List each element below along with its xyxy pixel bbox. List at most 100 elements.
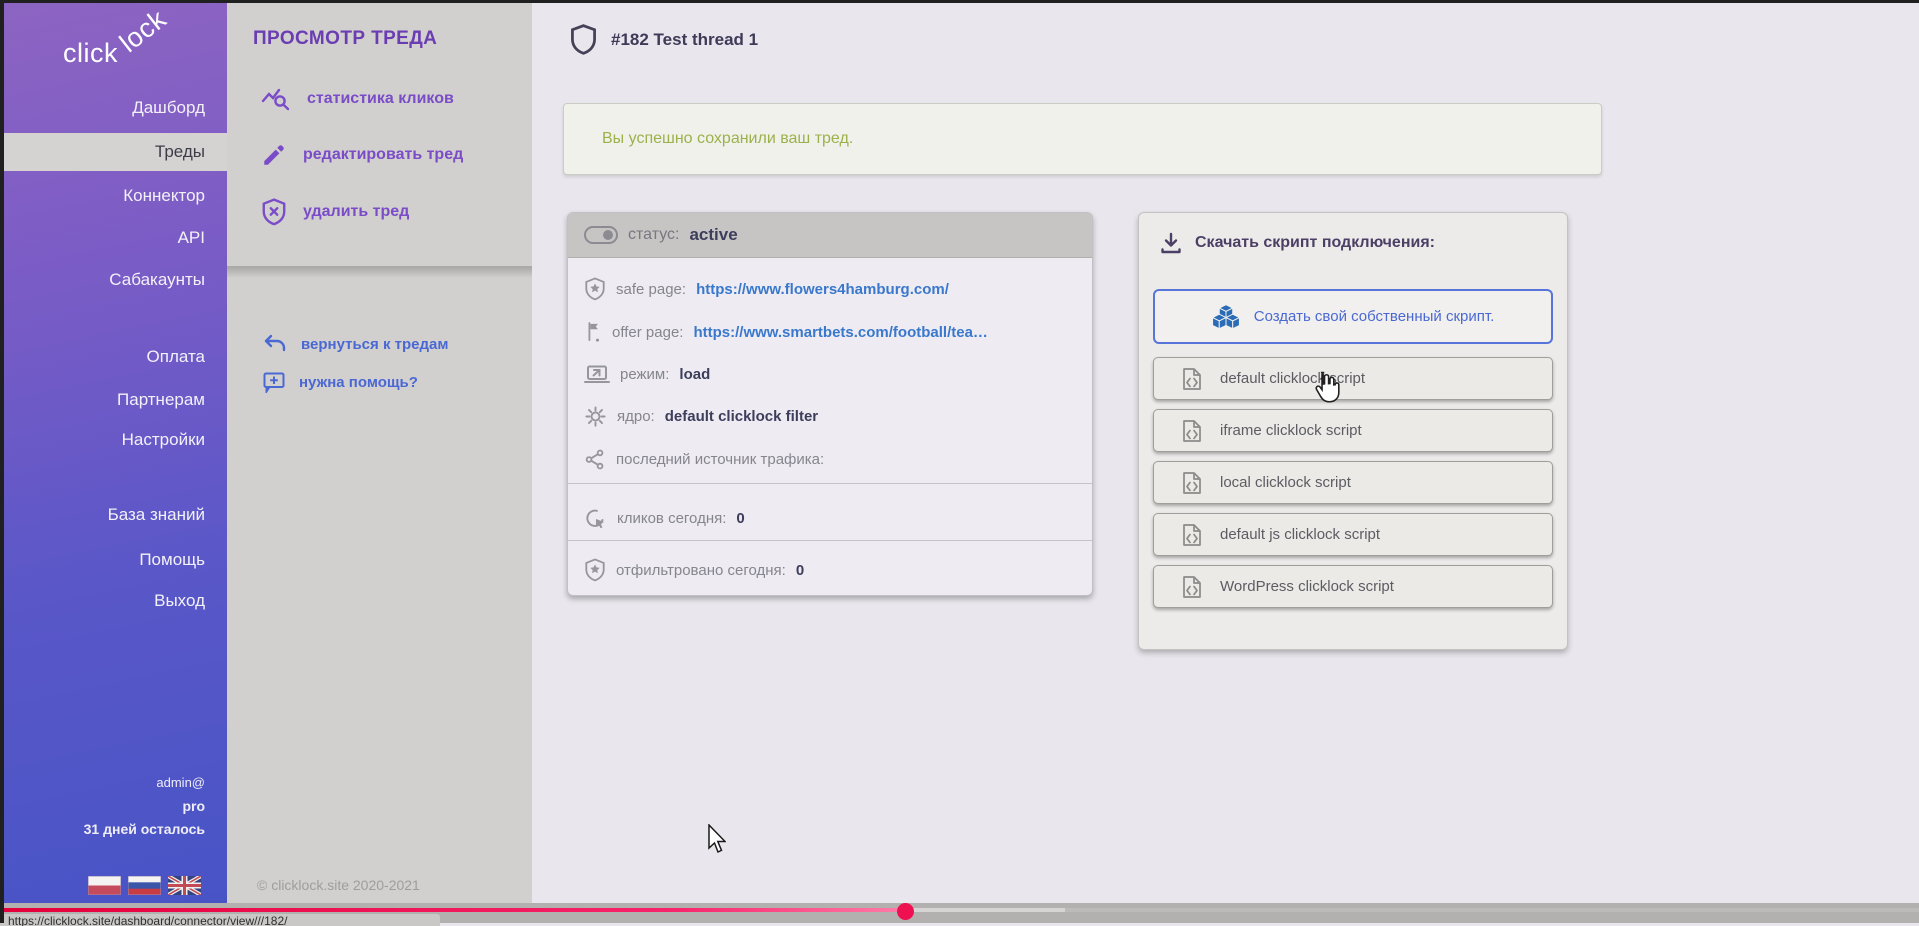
shield-x-icon xyxy=(261,198,287,226)
share-icon xyxy=(584,448,606,471)
row-label: отфильтровано сегодня: xyxy=(616,562,786,579)
account-info: admin@ pro 31 дней осталось xyxy=(84,772,205,841)
click-stats-icon xyxy=(261,86,291,112)
script-button-label: WordPress clicklock script xyxy=(1220,578,1394,595)
status-card-header: статус: active xyxy=(568,213,1092,258)
offer-page-row: offer page: https://www.smartbets.com/fo… xyxy=(584,318,988,346)
status-url-bubble: https://clicklock.site/dashboard/connect… xyxy=(0,914,440,926)
sidebar-item-threads[interactable]: Треды xyxy=(0,133,227,171)
clicklock-logo: click lock xyxy=(63,14,213,74)
sidebar: click lock Дашборд Треды Коннектор API С… xyxy=(0,0,227,923)
panel-item-label: редактировать тред xyxy=(303,146,463,164)
card-divider xyxy=(568,540,1092,541)
shield-icon xyxy=(570,24,597,55)
language-switcher xyxy=(88,876,201,895)
letterbox-edge-left xyxy=(0,0,4,923)
uk-flag-icon[interactable] xyxy=(168,876,201,895)
download-scripts-title: Скачать скрипт подключения: xyxy=(1195,234,1435,252)
account-plan: pro xyxy=(84,794,205,818)
player-handle[interactable] xyxy=(897,903,914,920)
poland-flag-icon[interactable] xyxy=(88,876,121,895)
add-comment-icon xyxy=(263,372,285,393)
panel-item-delete-thread[interactable]: удалить тред xyxy=(261,198,409,226)
success-message: Вы успешно сохранили ваш тред. xyxy=(602,130,853,148)
wordpress-clicklock-script-button[interactable]: WordPress clicklock script xyxy=(1153,565,1553,608)
copyright: © clicklock.site 2020-2021 xyxy=(257,877,420,893)
script-button-label: iframe clicklock script xyxy=(1220,422,1362,439)
filtered-today-value: 0 xyxy=(796,562,804,579)
cubes-icon xyxy=(1212,304,1240,330)
sidebar-item-payment[interactable]: Оплата xyxy=(0,338,227,376)
row-label: ядро: xyxy=(617,408,655,425)
download-icon xyxy=(1159,231,1183,255)
page-header: #182 Test thread 1 xyxy=(570,24,758,55)
russia-flag-icon[interactable] xyxy=(128,876,161,895)
iframe-clicklock-script-button[interactable]: iframe clicklock script xyxy=(1153,409,1553,452)
script-button-label: default js clicklock script xyxy=(1220,526,1380,543)
row-label: кликов сегодня: xyxy=(617,510,726,527)
file-code-icon xyxy=(1182,419,1202,443)
last-traffic-source-row: последний источник трафика: xyxy=(584,445,834,473)
sidebar-item-partners[interactable]: Партнерам xyxy=(0,381,227,419)
toggle-on-icon[interactable] xyxy=(584,226,618,244)
sidebar-item-subaccounts[interactable]: Сабакаунты xyxy=(0,261,227,299)
download-scripts-card: Скачать скрипт подключения: Создать свой… xyxy=(1138,212,1568,650)
account-email: admin@ xyxy=(84,772,205,794)
file-code-icon xyxy=(1182,523,1202,547)
core-row: ядро: default clicklock filter xyxy=(584,402,818,430)
thread-status-card: статус: active safe page: https://www.fl… xyxy=(567,212,1093,596)
row-label: safe page: xyxy=(616,281,686,298)
cursor-click-icon xyxy=(584,507,607,530)
shield-star-icon xyxy=(584,558,606,582)
sidebar-item-api[interactable]: API xyxy=(0,219,227,257)
panel-link-label: вернуться к тредам xyxy=(301,336,448,353)
mode-row: режим: load xyxy=(584,360,710,388)
row-label: offer page: xyxy=(612,324,683,341)
logo-text-click: click xyxy=(63,38,118,69)
thread-view-panel: ПРОСМОТР ТРЕДА статистика кликов редакти… xyxy=(227,0,532,923)
card-divider xyxy=(568,483,1092,484)
back-to-threads-link[interactable]: вернуться к тредам xyxy=(263,334,448,354)
sidebar-item-help[interactable]: Помощь xyxy=(0,541,227,579)
mouse-hand-cursor xyxy=(1310,370,1342,404)
create-custom-script-button[interactable]: Создать свой собственный скрипт. xyxy=(1153,289,1553,344)
panel-divider xyxy=(227,266,532,283)
status-value: active xyxy=(689,225,737,245)
panel-item-click-stats[interactable]: статистика кликов xyxy=(261,86,454,112)
script-button-label: local clicklock script xyxy=(1220,474,1351,491)
default-js-clicklock-script-button[interactable]: default js clicklock script xyxy=(1153,513,1553,556)
panel-title: ПРОСМОТР ТРЕДА xyxy=(253,28,437,50)
thread-title: #182 Test thread 1 xyxy=(611,30,758,50)
core-value: default clicklock filter xyxy=(665,408,818,425)
download-scripts-header: Скачать скрипт подключения: xyxy=(1159,231,1435,255)
panel-link-label: нужна помощь? xyxy=(299,374,418,391)
shield-star-icon xyxy=(584,277,606,301)
default-clicklock-script-button[interactable]: default clicklock script xyxy=(1153,357,1553,400)
panel-item-label: статистика кликов xyxy=(307,90,454,108)
sidebar-item-settings[interactable]: Настройки xyxy=(0,421,227,459)
sidebar-item-dashboard[interactable]: Дашборд xyxy=(0,89,227,127)
player-track[interactable] xyxy=(1065,908,1919,912)
player-progress[interactable] xyxy=(0,908,899,912)
main-content: #182 Test thread 1 Вы успешно сохранили … xyxy=(532,0,1919,923)
sidebar-item-logout[interactable]: Выход xyxy=(0,582,227,620)
flag-pin-icon xyxy=(584,320,602,344)
letterbox-edge-top xyxy=(0,0,1919,3)
panel-item-edit-thread[interactable]: редактировать тред xyxy=(261,142,463,168)
laptop-arrow-icon xyxy=(584,364,610,385)
video-player-bar: https://clicklock.site/dashboard/connect… xyxy=(0,903,1919,923)
row-label: последний источник трафика: xyxy=(616,451,824,468)
safe-page-row: safe page: https://www.flowers4hamburg.c… xyxy=(584,275,949,303)
clicks-today-value: 0 xyxy=(736,510,744,527)
local-clicklock-script-button[interactable]: local clicklock script xyxy=(1153,461,1553,504)
script-button-label: default clicklock script xyxy=(1220,370,1365,387)
file-code-icon xyxy=(1182,367,1202,391)
sidebar-item-knowledge-base[interactable]: База знаний xyxy=(0,496,227,534)
need-help-link[interactable]: нужна помощь? xyxy=(263,372,418,393)
safe-page-link[interactable]: https://www.flowers4hamburg.com/ xyxy=(696,281,949,298)
create-custom-script-label: Создать свой собственный скрипт. xyxy=(1254,308,1494,325)
row-label: режим: xyxy=(620,366,669,383)
offer-page-link[interactable]: https://www.smartbets.com/football/tea… xyxy=(693,324,987,341)
sidebar-item-connector[interactable]: Коннектор xyxy=(0,177,227,215)
player-buffered-track[interactable] xyxy=(899,908,1065,912)
